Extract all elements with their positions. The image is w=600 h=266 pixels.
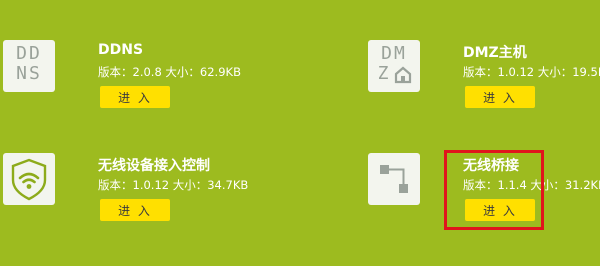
app-name: DMZ主机 xyxy=(463,45,527,61)
app-version: 版本：1.1.4 大小：31.2KB xyxy=(463,178,600,192)
enter-button[interactable]: 进 入 xyxy=(465,86,535,108)
wifi-shield-icon xyxy=(3,153,55,205)
ddns-icon: DD NS xyxy=(3,40,55,92)
app-card-wireless-access-control: 无线设备接入控制 版本：1.0.12 大小：34.7KB 进 入 xyxy=(3,153,303,263)
enter-button[interactable]: 进 入 xyxy=(100,199,170,221)
dmz-house-shape xyxy=(394,66,412,84)
app-version: 版本：2.0.8 大小：62.9KB xyxy=(98,65,241,79)
enter-button[interactable]: 进 入 xyxy=(100,86,170,108)
wireless-bridge-icon xyxy=(368,153,420,205)
dmz-host-icon: DM Z xyxy=(368,40,420,92)
app-card-wireless-bridge: 无线桥接 版本：1.1.4 大小：31.2KB 进 入 xyxy=(368,153,600,263)
app-name: DDNS xyxy=(98,42,144,58)
app-version: 版本：1.0.12 大小：19.5KB xyxy=(463,65,600,79)
app-name: 无线设备接入控制 xyxy=(98,158,210,174)
app-version: 版本：1.0.12 大小：34.7KB xyxy=(98,178,249,192)
enter-button[interactable]: 进 入 xyxy=(465,199,535,221)
app-card-dmz: DM Z DMZ主机 版本：1.0.12 大小：19.5KB 进 入 xyxy=(368,40,600,150)
ddns-icon-text-line2: NS xyxy=(16,63,42,84)
ddns-icon-text-line1: DD xyxy=(16,43,42,64)
app-card-ddns: DD NS DDNS 版本：2.0.8 大小：62.9KB 进 入 xyxy=(3,40,303,150)
app-name: 无线桥接 xyxy=(463,158,519,174)
